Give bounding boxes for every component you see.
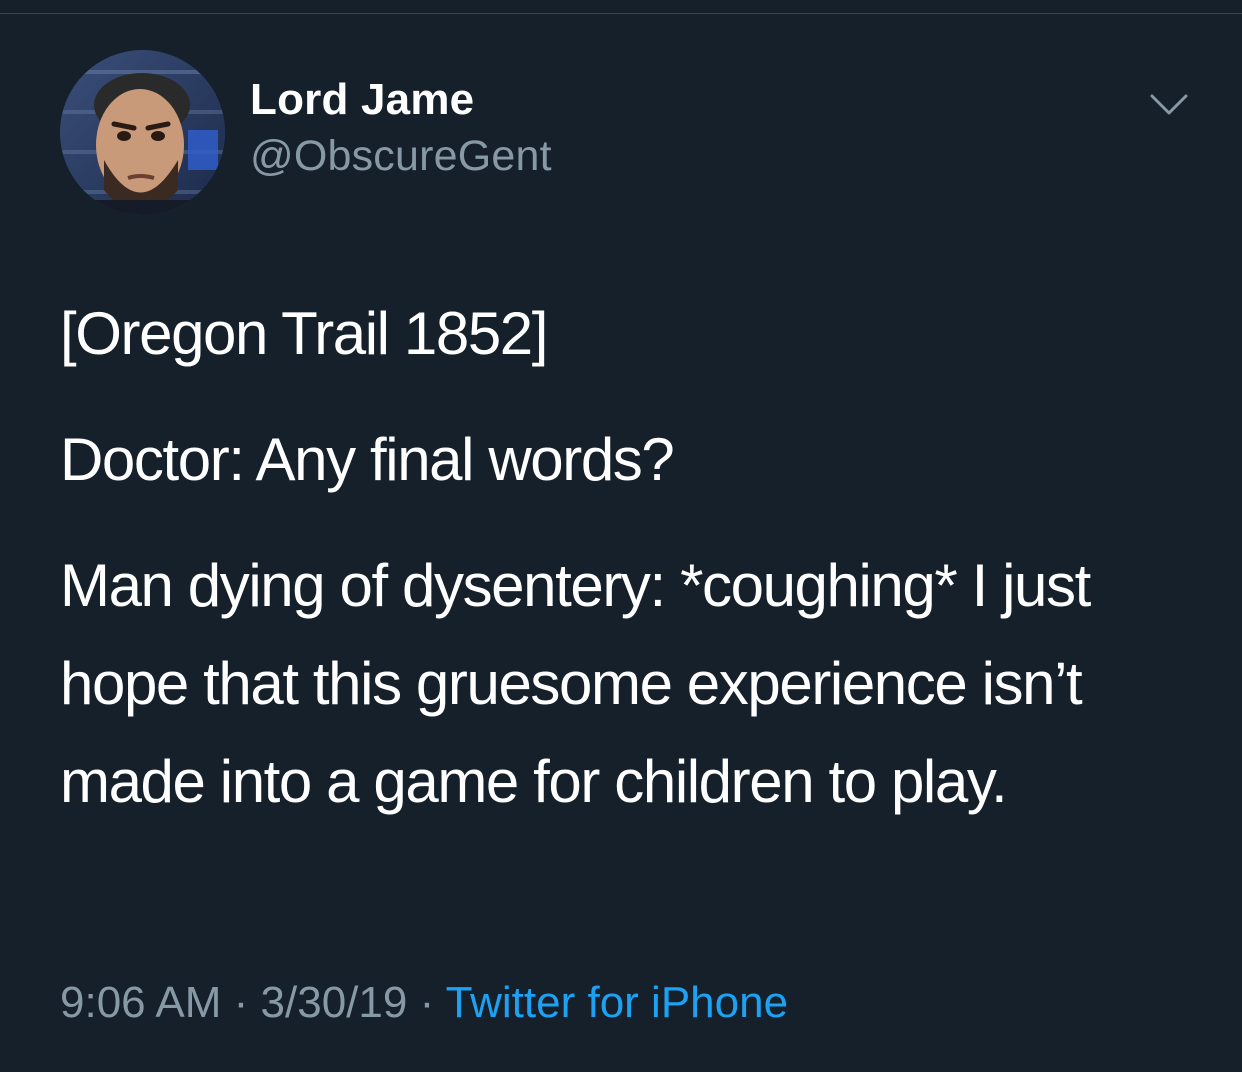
- top-divider: [0, 13, 1242, 14]
- tweet-paragraph: Doctor: Any final words?: [60, 426, 675, 493]
- user-handle[interactable]: @ObscureGent: [250, 128, 552, 184]
- tweet-options-button[interactable]: [1148, 90, 1190, 120]
- tweet-author[interactable]: Lord Jame @ObscureGent: [250, 72, 552, 184]
- tweet-time[interactable]: 9:06 AM: [60, 978, 221, 1027]
- tweet-paragraph: [Oregon Trail 1852]: [60, 300, 548, 367]
- tweet-text: [Oregon Trail 1852] Doctor: Any final wo…: [60, 285, 1210, 859]
- avatar[interactable]: [60, 50, 225, 215]
- tweet-metadata: 9:06 AM · 3/30/19 · Twitter for iPhone: [60, 975, 788, 1031]
- profile-photo-icon: [60, 50, 225, 215]
- source-link[interactable]: Twitter for iPhone: [446, 978, 788, 1027]
- meta-separator: ·: [407, 978, 446, 1027]
- meta-separator: ·: [221, 978, 261, 1027]
- tweet-paragraph: Man dying of dysentery: *coughing* I jus…: [60, 552, 1091, 815]
- chevron-down-icon: [1150, 94, 1188, 115]
- tweet-date[interactable]: 3/30/19: [261, 978, 408, 1027]
- display-name[interactable]: Lord Jame: [250, 72, 552, 128]
